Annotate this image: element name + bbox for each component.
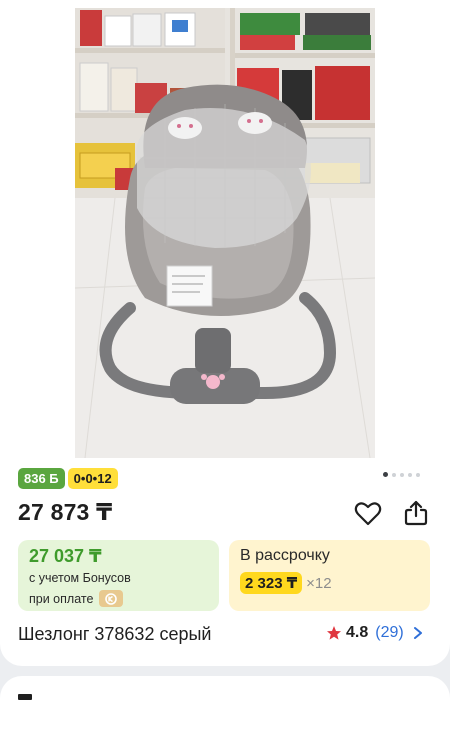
carousel-dot[interactable]	[400, 472, 404, 477]
favorite-button[interactable]	[354, 501, 382, 527]
rating-count[interactable]: (29)	[375, 624, 403, 642]
next-section-card	[0, 676, 450, 736]
bonus-price-note: с учетом Бонусов	[29, 571, 131, 585]
product-card: 836 Б 0•0•12 27 873 ₸ 27 037 ₸ с учетом …	[0, 0, 450, 666]
star-icon	[327, 626, 341, 640]
installment-label: В рассрочку	[240, 547, 330, 564]
bonus-payment-line: при оплате	[29, 590, 124, 607]
product-badges: 836 Б 0•0•12	[18, 468, 118, 489]
installment-card[interactable]: В рассрочку 2 323 ₸ ×12	[229, 540, 430, 611]
product-image[interactable]	[75, 8, 375, 458]
carousel-dot[interactable]	[392, 472, 396, 477]
chevron-right-icon	[413, 627, 422, 639]
share-icon	[404, 500, 428, 526]
bonus-price-card[interactable]: 27 037 ₸ с учетом Бонусов при оплате	[18, 540, 219, 611]
heart-icon	[354, 502, 382, 526]
carousel-dot[interactable]	[408, 472, 412, 477]
product-title: Шезлонг 378632 серый	[18, 624, 212, 644]
share-button[interactable]	[402, 499, 430, 527]
product-price: 27 873 ₸	[18, 499, 113, 525]
bonus-badge: 836 Б	[18, 468, 65, 489]
rating-score: 4.8	[346, 624, 369, 641]
bonus-price: 27 037 ₸	[29, 546, 102, 566]
carousel-dot-active[interactable]	[383, 472, 388, 477]
bonus-payment-note: при оплате	[29, 591, 94, 606]
next-section-heading-stub	[18, 694, 32, 700]
installment-badge: 0•0•12	[67, 468, 118, 489]
product-photo-illustration	[75, 8, 375, 458]
installment-row: 2 323 ₸ ×12	[240, 572, 332, 594]
installment-multiplier: ×12	[306, 574, 332, 592]
carousel-dot[interactable]	[416, 472, 420, 477]
product-rating[interactable]: 4.8 (29)	[326, 624, 424, 642]
kaspi-pay-icon	[99, 590, 124, 607]
carousel-indicator[interactable]	[383, 472, 420, 477]
installment-monthly: 2 323 ₸	[240, 572, 303, 594]
